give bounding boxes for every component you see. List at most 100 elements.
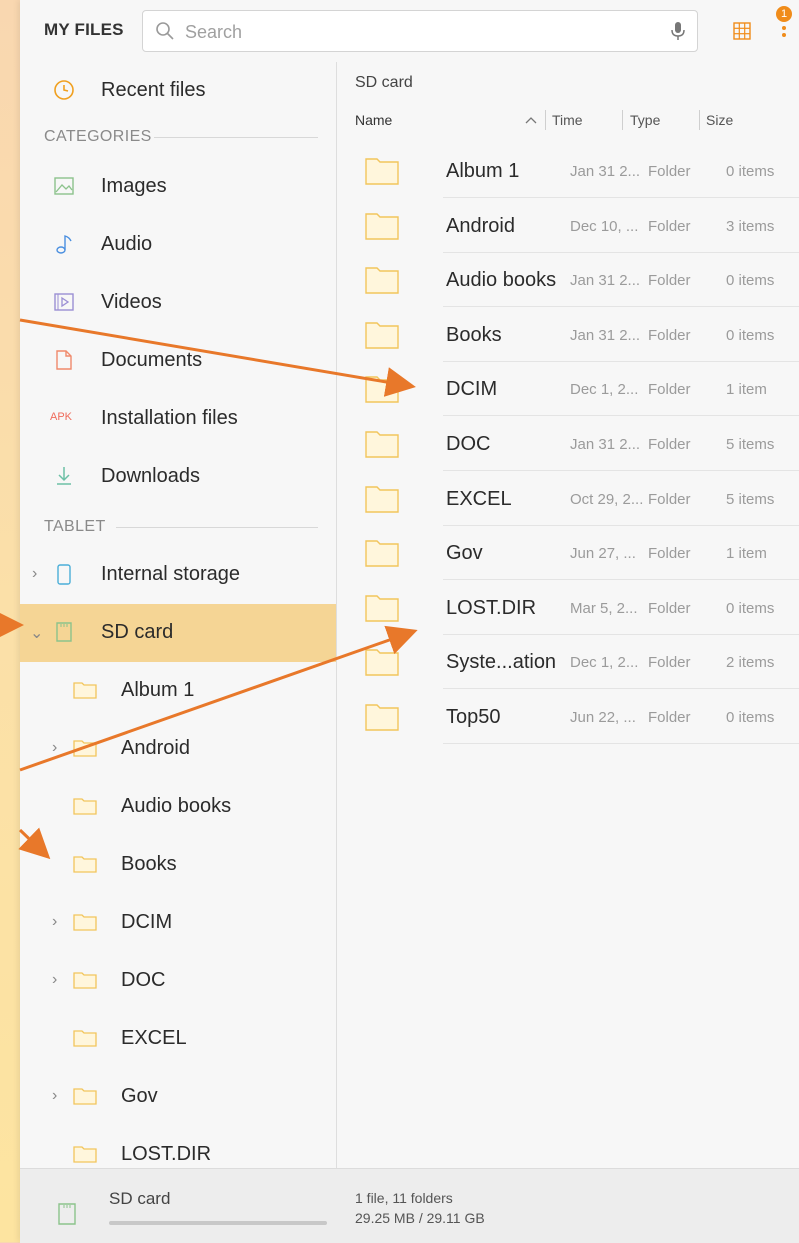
file-size: 0 items <box>726 163 775 180</box>
file-row[interactable]: Top50 Jun 22, ... Folder 0 items <box>355 690 799 744</box>
sidebar-folder-lost-dir[interactable]: LOST.DIR <box>20 1126 336 1168</box>
file-time: Oct 29, 2... <box>570 490 644 508</box>
sd-card-icon <box>56 622 72 642</box>
file-name: EXCEL <box>446 487 512 510</box>
chevron-down-icon[interactable]: ⌄ <box>30 623 43 643</box>
sidebar-item-label: SD card <box>101 621 174 643</box>
chevron-right-icon[interactable]: › <box>52 739 57 757</box>
file-time: Jun 27, ... <box>570 545 636 563</box>
file-row[interactable]: EXCEL Oct 29, 2... Folder 5 items <box>355 472 799 526</box>
file-size: 0 items <box>726 599 775 617</box>
file-type: Folder <box>648 436 691 453</box>
file-type: Folder <box>648 272 691 290</box>
sidebar-folder-audio-books[interactable]: Audio books <box>20 778 336 836</box>
sidebar-folder-gov[interactable]: › Gov <box>20 1068 336 1126</box>
column-header-type[interactable]: Type <box>630 112 660 128</box>
folder-icon <box>73 856 97 873</box>
microphone-icon[interactable] <box>669 20 687 42</box>
chevron-right-icon[interactable]: › <box>52 913 57 931</box>
storage-usage-bar <box>109 1221 327 1225</box>
document-icon <box>56 350 72 370</box>
folder-icon <box>73 740 97 757</box>
file-time: Jan 31 2... <box>570 326 641 344</box>
folder-label: LOST.DIR <box>121 1143 212 1165</box>
sidebar-folder-dcim[interactable]: › DCIM <box>20 894 336 952</box>
grid-view-icon[interactable] <box>732 21 752 41</box>
file-name: DCIM <box>446 378 498 401</box>
file-row[interactable]: DOC Jan 31 2... Folder 5 items <box>355 417 799 471</box>
folder-label: Gov <box>121 1085 158 1107</box>
folder-label: Books <box>121 853 177 875</box>
folder-icon <box>365 212 399 240</box>
folder-icon <box>365 431 399 458</box>
column-header-size[interactable]: Size <box>706 112 733 128</box>
sort-ascending-icon[interactable] <box>525 116 537 124</box>
folder-icon <box>73 1088 97 1105</box>
folder-label: EXCEL <box>121 1027 187 1049</box>
sidebar-item-internal-storage[interactable]: › Internal storage <box>20 546 336 604</box>
file-size: 5 items <box>726 490 775 508</box>
breadcrumb[interactable]: SD card <box>355 74 413 92</box>
sidebar-item-sd-card[interactable]: ⌄ SD card <box>20 604 336 662</box>
file-name: Top50 <box>446 706 501 728</box>
folder-icon <box>73 1146 97 1163</box>
tablet-icon <box>57 564 71 585</box>
folder-icon <box>365 540 399 567</box>
chevron-right-icon[interactable]: › <box>52 971 57 989</box>
file-time: Jan 31 2... <box>570 272 641 290</box>
sidebar-item-images[interactable]: Images <box>20 158 336 216</box>
chevron-right-icon[interactable]: › <box>32 565 37 583</box>
sidebar-folder-android[interactable]: › Android <box>20 720 336 778</box>
column-header-name[interactable]: Name <box>355 112 392 128</box>
more-options-icon[interactable]: 1 <box>776 6 792 46</box>
file-name: Books <box>446 323 502 346</box>
image-icon <box>54 177 74 195</box>
file-row[interactable]: LOST.DIR Mar 5, 2... Folder 0 items <box>355 581 799 635</box>
file-time: Jan 31 2... <box>570 163 641 180</box>
clock-icon <box>54 80 74 100</box>
file-row[interactable]: Books Jan 31 2... Folder 0 items <box>355 308 799 362</box>
file-row[interactable]: Audio books Jan 31 2... Folder 0 items <box>355 253 799 308</box>
file-size: 0 items <box>726 709 775 726</box>
file-row[interactable]: Syste...ation Dec 1, 2... Folder 2 items <box>355 635 799 690</box>
file-type: Folder <box>648 326 691 344</box>
file-row[interactable]: Album 1 Jan 31 2... Folder 0 items <box>355 144 799 198</box>
file-time: Jun 22, ... <box>570 709 636 726</box>
folder-icon <box>365 376 399 404</box>
folder-icon <box>73 1030 97 1047</box>
file-name: Album 1 <box>446 160 520 182</box>
column-header-time[interactable]: Time <box>552 112 583 128</box>
file-size: 3 items <box>726 217 775 235</box>
file-row[interactable]: DCIM Dec 1, 2... Folder 1 item <box>355 362 799 417</box>
notification-badge: 1 <box>776 6 792 22</box>
file-type: Folder <box>648 217 691 235</box>
file-row[interactable]: Gov Jun 27, ... Folder 1 item <box>355 526 799 581</box>
folder-label: Album 1 <box>121 679 195 701</box>
sidebar-item-installation-files[interactable]: APK Installation files <box>20 390 336 448</box>
file-type: Folder <box>648 490 691 508</box>
sidebar-item-label: Downloads <box>101 465 200 487</box>
file-type: Folder <box>648 163 691 180</box>
file-row[interactable]: Android Dec 10, ... Folder 3 items <box>355 199 799 253</box>
sidebar-item-documents[interactable]: Documents <box>20 332 336 390</box>
storage-usage-text: 29.25 MB / 29.11 GB <box>355 1210 485 1226</box>
search-box[interactable] <box>142 10 698 52</box>
download-icon <box>57 467 71 485</box>
sidebar-folder-books[interactable]: Books <box>20 836 336 894</box>
file-name: Android <box>446 214 515 237</box>
sidebar-item-audio[interactable]: Audio <box>20 216 336 274</box>
sidebar-folder-album-1[interactable]: Album 1 <box>20 662 336 720</box>
file-type: Folder <box>648 381 691 399</box>
sidebar-item-recent-files[interactable]: Recent files <box>20 62 336 120</box>
sidebar-folder-doc[interactable]: › DOC <box>20 952 336 1010</box>
item-summary: 1 file, 11 folders <box>355 1190 453 1206</box>
sidebar-item-label: Documents <box>101 349 203 371</box>
folder-label: Audio books <box>121 795 232 817</box>
sd-card-icon <box>58 1203 76 1225</box>
search-input[interactable] <box>183 19 647 45</box>
sidebar-folder-excel[interactable]: EXCEL <box>20 1010 336 1068</box>
sidebar-item-downloads[interactable]: Downloads <box>20 448 336 506</box>
chevron-right-icon[interactable]: › <box>52 1087 57 1105</box>
sidebar-item-videos[interactable]: Videos <box>20 274 336 332</box>
folder-icon <box>73 972 97 989</box>
